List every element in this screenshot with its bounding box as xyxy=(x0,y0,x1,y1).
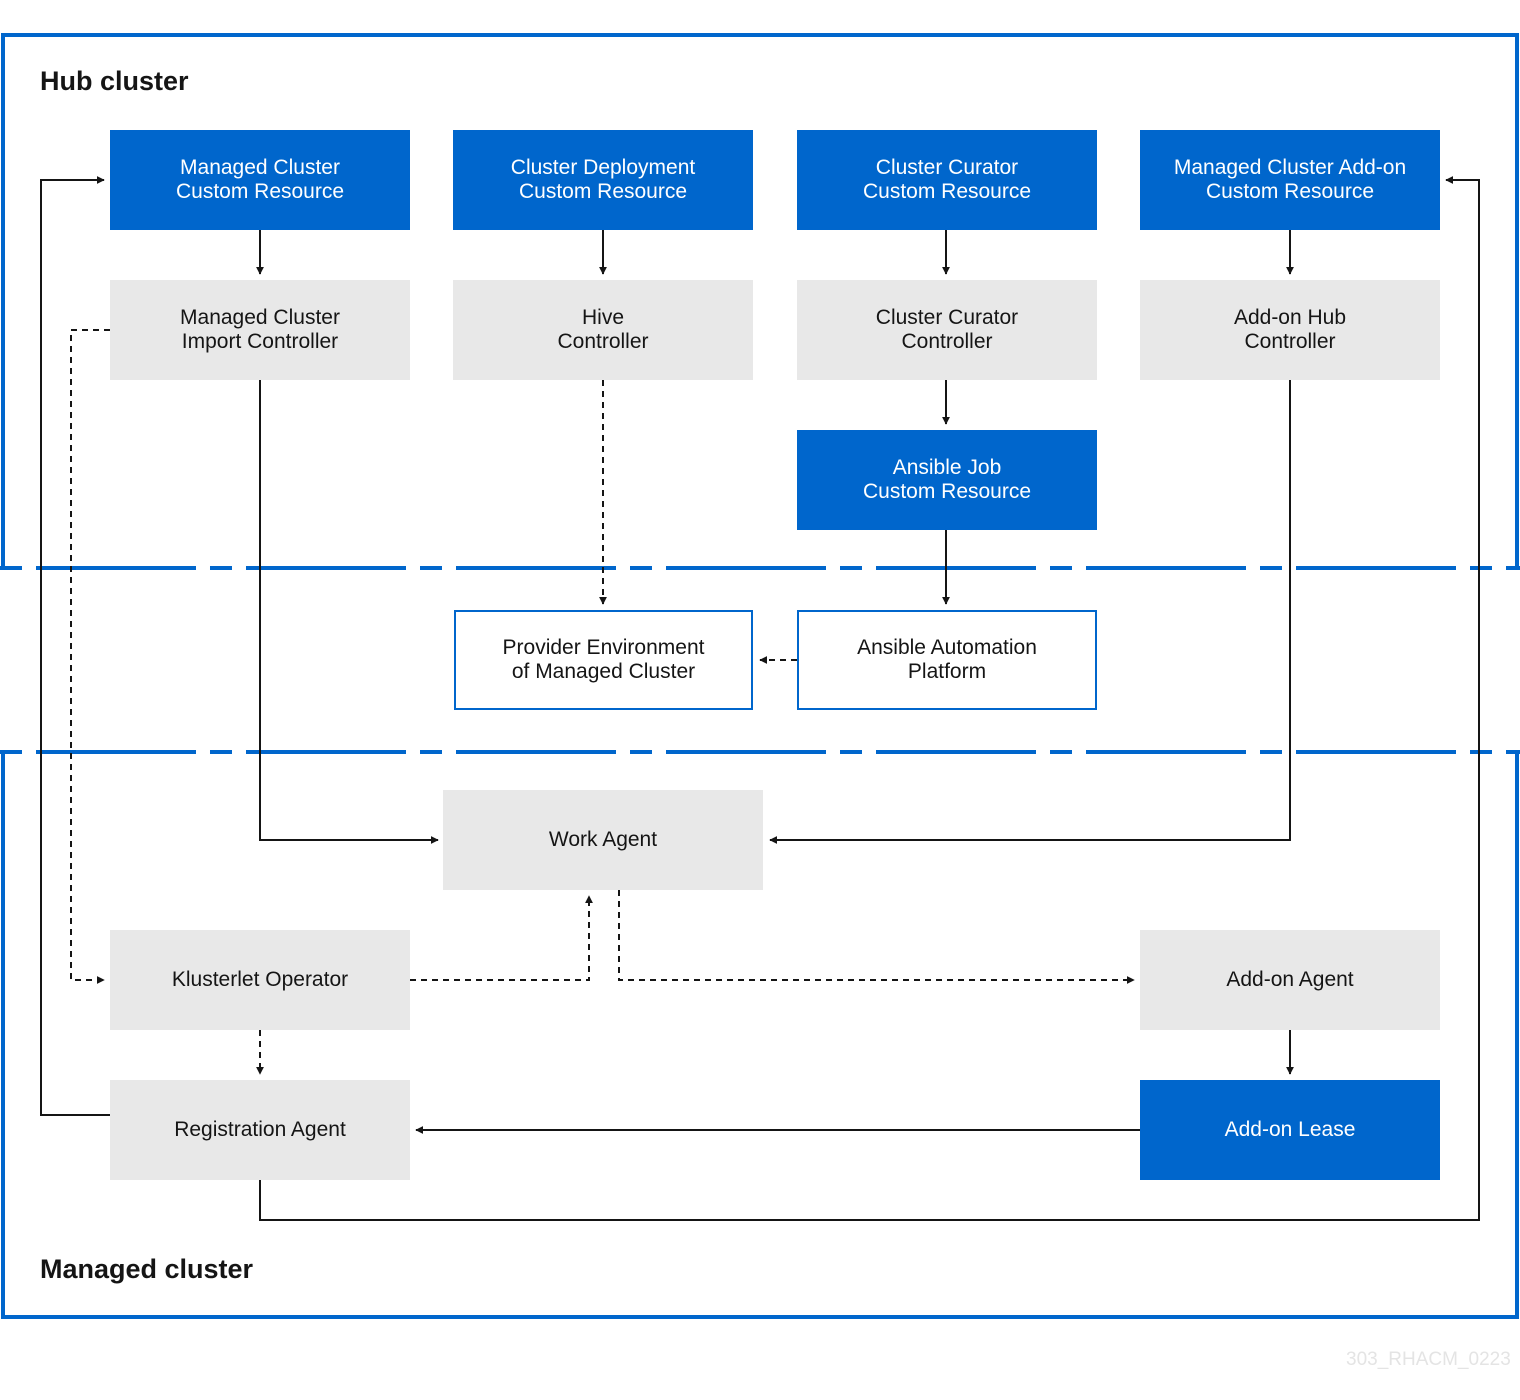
hub-cluster-label: Hub cluster xyxy=(40,66,189,96)
cluster-curator-controller-node: Cluster Curator Controller xyxy=(797,280,1097,380)
edge-workagent-addonagent xyxy=(618,890,1135,984)
klusterlet-operator-node: Klusterlet Operator xyxy=(110,930,410,1030)
import-controller-node: Managed Cluster Import Controller xyxy=(110,280,410,380)
ansible-job-custom-resource-node: Ansible Job Custom Resource xyxy=(797,430,1097,530)
edge-import-workagent xyxy=(259,380,439,844)
edge-import-klusterlet xyxy=(70,329,110,984)
addon-agent-node: Add-on Agent xyxy=(1140,930,1440,1030)
managed-cluster-addon-custom-resource-node: Managed Cluster Add-on Custom Resource xyxy=(1140,130,1440,230)
addon-lease-node: Add-on Lease xyxy=(1140,1080,1440,1180)
hive-controller-node: Hive Controller xyxy=(453,280,753,380)
addon-hub-controller-node: Add-on Hub Controller xyxy=(1140,280,1440,380)
managed-cluster-label: Managed cluster xyxy=(40,1254,254,1284)
registration-agent-node: Registration Agent xyxy=(110,1080,410,1180)
architecture-diagram: Hub cluster Managed cluster Managed Clus… xyxy=(0,0,1520,1400)
cluster-curator-custom-resource-node: Cluster Curator Custom Resource xyxy=(797,130,1097,230)
figure-id-watermark: 303_RHACM_0223 xyxy=(1346,1349,1511,1370)
edge-klusterlet-workagent xyxy=(410,895,593,981)
ansible-automation-platform-node: Ansible Automation Platform xyxy=(797,610,1097,710)
provider-environment-node: Provider Environment of Managed Cluster xyxy=(454,610,753,710)
work-agent-node: Work Agent xyxy=(443,790,763,890)
managed-cluster-custom-resource-node: Managed Cluster Custom Resource xyxy=(110,130,410,230)
cluster-deployment-custom-resource-node: Cluster Deployment Custom Resource xyxy=(453,130,753,230)
edge-registration-mccr xyxy=(40,176,110,1116)
